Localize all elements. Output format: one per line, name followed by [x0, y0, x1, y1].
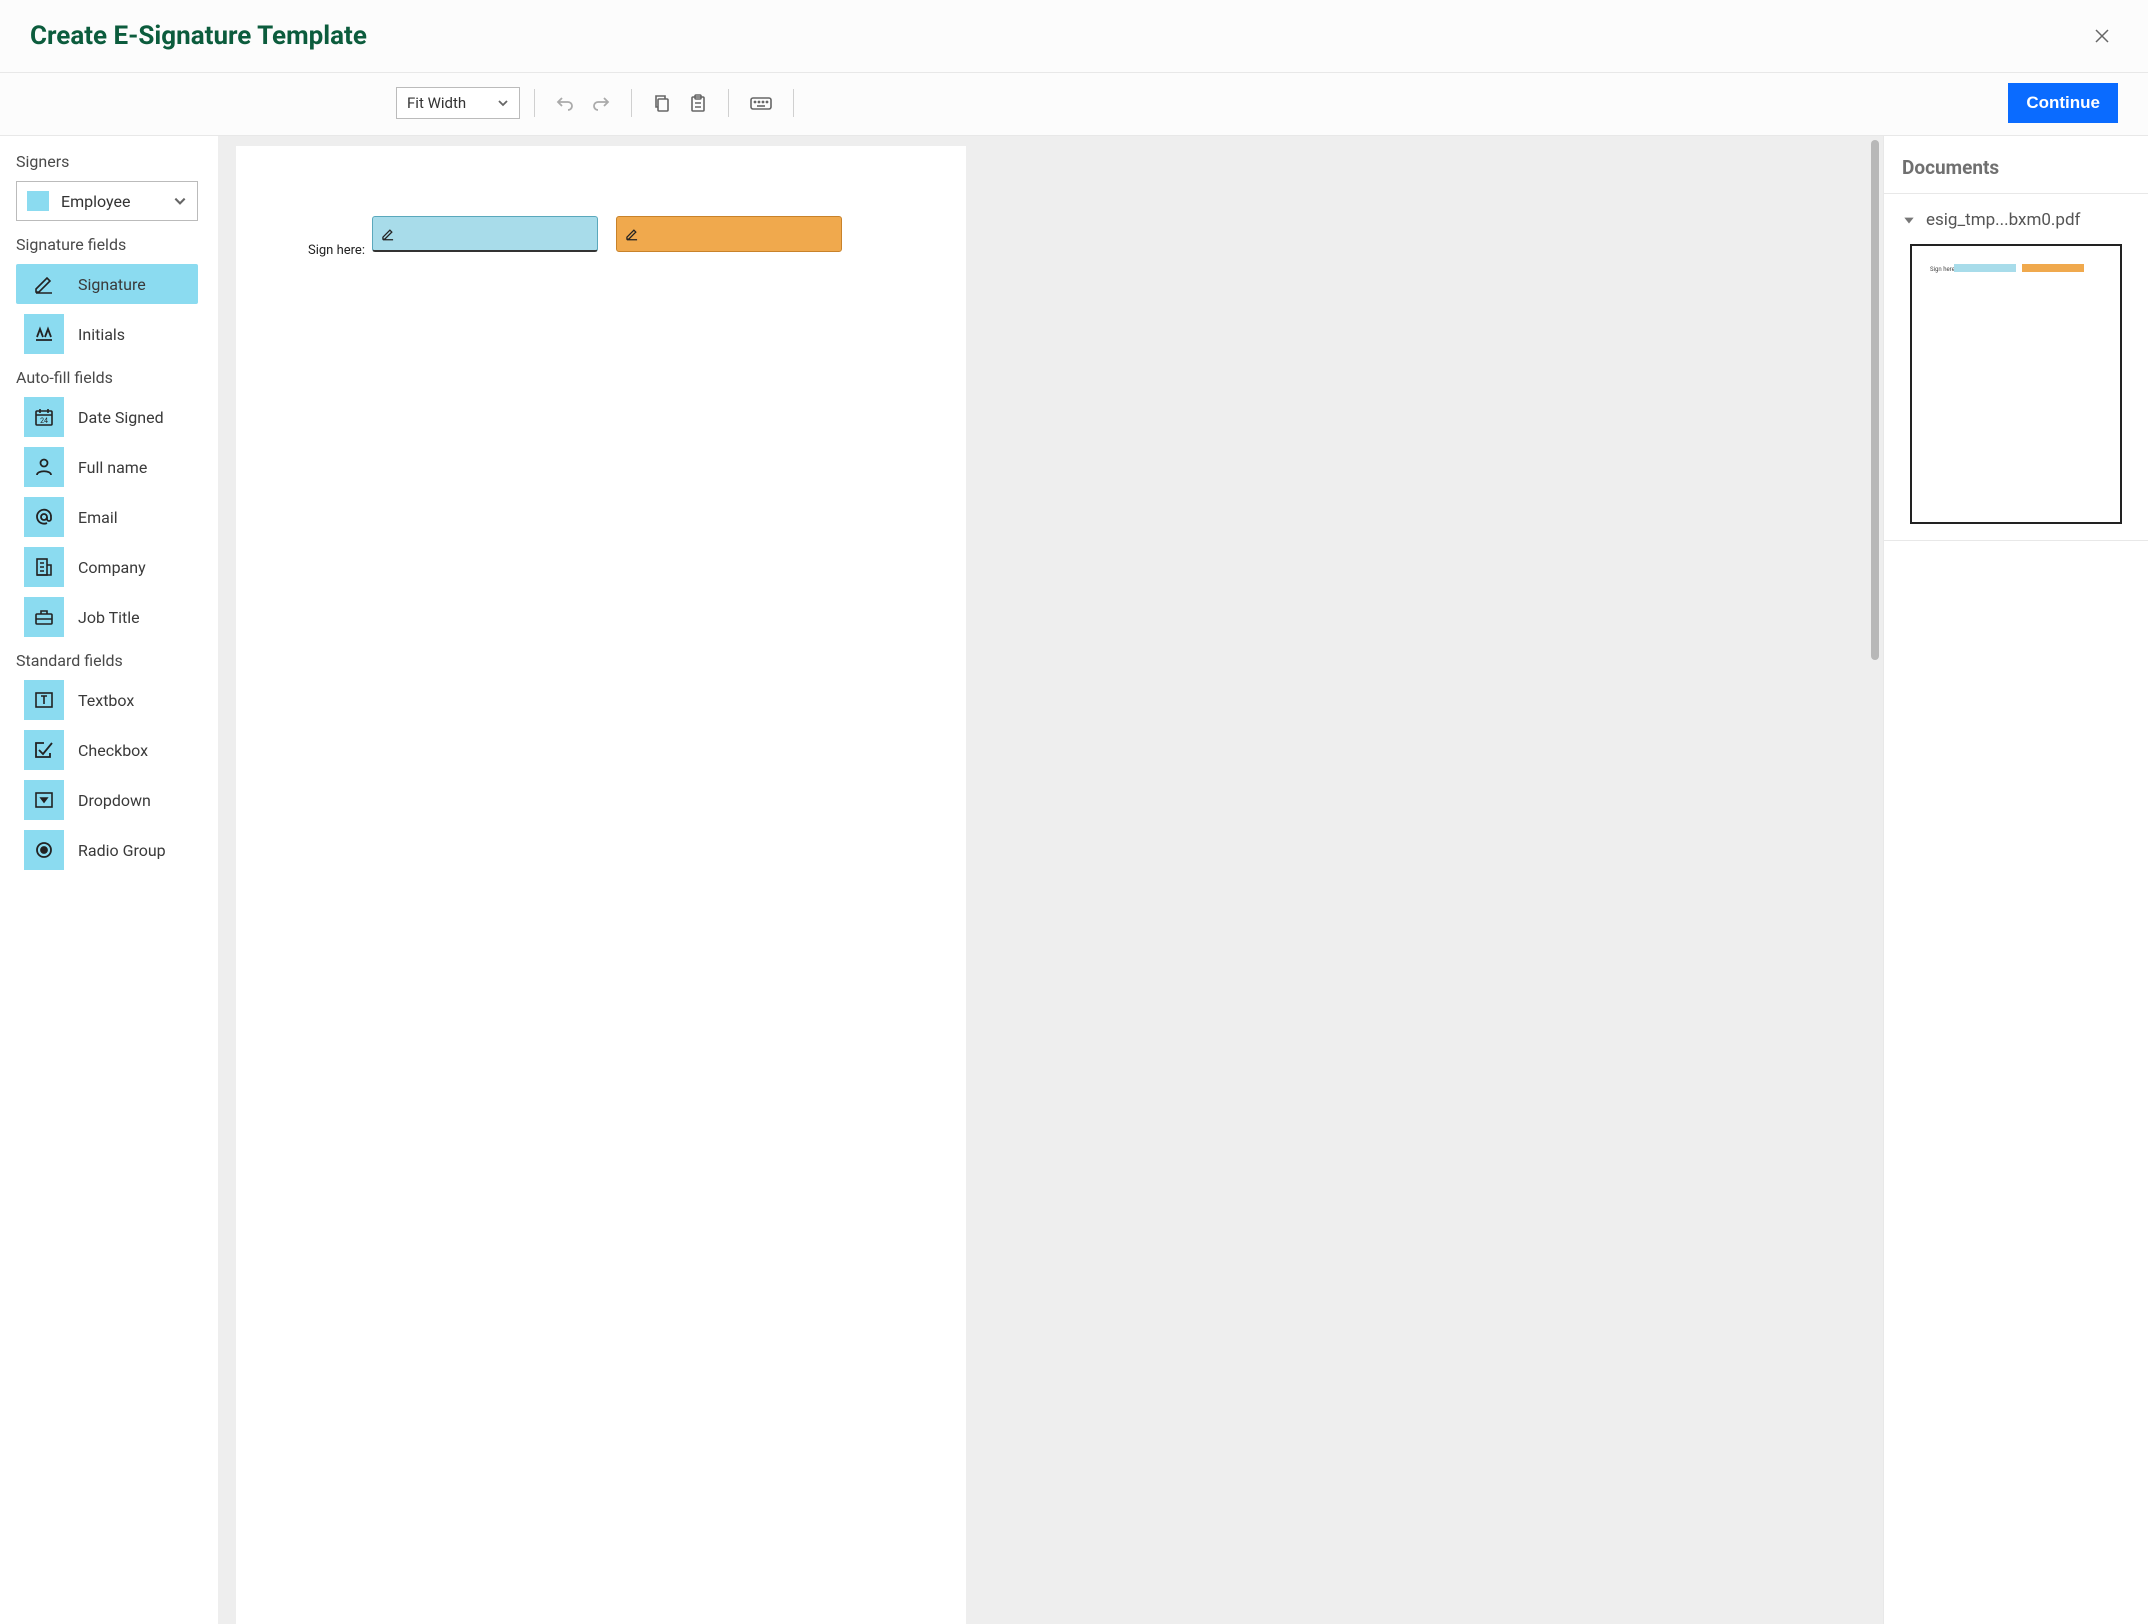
field-signature[interactable]: Signature [16, 264, 198, 304]
field-label: Full name [78, 458, 147, 477]
calendar-icon: 24 [24, 397, 64, 437]
paste-icon [688, 93, 708, 113]
undo-icon [555, 93, 575, 113]
field-label: Initials [78, 325, 125, 344]
document-canvas[interactable]: Sign here: [218, 136, 1883, 1624]
signature-field-employee[interactable] [372, 216, 598, 252]
building-icon [24, 547, 64, 587]
signature-icon [625, 227, 639, 241]
fields-panel: Signers Employee Signature fields Signat… [0, 136, 218, 1624]
zoom-select[interactable]: Fit Width [396, 87, 520, 119]
sign-here-label: Sign here: [308, 243, 365, 258]
field-email[interactable]: Email [16, 497, 202, 537]
separator [793, 89, 794, 117]
signer-select-label: Employee [61, 192, 173, 211]
separator [534, 89, 535, 117]
standard-heading: Standard fields [16, 651, 202, 670]
signature-fields-heading: Signature fields [16, 235, 202, 254]
chevron-down-icon [497, 97, 509, 109]
thumb-sign-label: Sign here: [1930, 266, 1956, 273]
close-icon [2092, 26, 2112, 46]
at-icon [24, 497, 64, 537]
field-initials[interactable]: Initials [16, 314, 202, 354]
documents-heading: Documents [1884, 136, 2148, 194]
thumb-field-orange [2022, 264, 2084, 272]
briefcase-icon [24, 597, 64, 637]
scrollbar-thumb[interactable] [1871, 140, 1879, 660]
undo-button[interactable] [549, 87, 581, 119]
field-date-signed[interactable]: 24 Date Signed [16, 397, 202, 437]
modal-header: Create E-Signature Template [0, 0, 2148, 73]
radio-icon [24, 830, 64, 870]
field-label: Company [78, 558, 146, 577]
document-page[interactable]: Sign here: [236, 146, 966, 1624]
dropdown-icon [24, 780, 64, 820]
checkbox-icon [24, 730, 64, 770]
textbox-icon [24, 680, 64, 720]
toolbar: Fit Width Continue [0, 73, 2148, 136]
scrollbar[interactable] [1869, 140, 1881, 1624]
zoom-select-label: Fit Width [407, 94, 466, 112]
field-label: Checkbox [78, 741, 148, 760]
page-title: Create E-Signature Template [30, 21, 367, 51]
field-dropdown[interactable]: Dropdown [16, 780, 202, 820]
document-name: esig_tmp...bxm0.pdf [1926, 210, 2080, 230]
copy-button[interactable] [646, 87, 678, 119]
separator [631, 89, 632, 117]
field-label: Dropdown [78, 791, 151, 810]
thumb-field-blue [1954, 264, 2016, 272]
copy-icon [652, 93, 672, 113]
signature-field-other[interactable] [616, 216, 842, 252]
initials-icon [24, 314, 64, 354]
field-checkbox[interactable]: Checkbox [16, 730, 202, 770]
field-label: Textbox [78, 691, 134, 710]
continue-button[interactable]: Continue [2008, 83, 2118, 123]
document-item[interactable]: esig_tmp...bxm0.pdf [1902, 210, 2130, 230]
keyboard-icon [749, 93, 773, 113]
svg-text:24: 24 [40, 417, 48, 425]
separator [728, 89, 729, 117]
field-radio-group[interactable]: Radio Group [16, 830, 202, 870]
field-label: Email [78, 508, 118, 527]
signer-color-swatch [27, 191, 49, 211]
signature-icon [381, 227, 395, 241]
field-company[interactable]: Company [16, 547, 202, 587]
field-label: Job Title [78, 608, 140, 627]
field-full-name[interactable]: Full name [16, 447, 202, 487]
paste-button[interactable] [682, 87, 714, 119]
signer-select[interactable]: Employee [16, 181, 198, 221]
signers-heading: Signers [16, 152, 202, 171]
signature-icon [24, 264, 64, 304]
field-textbox[interactable]: Textbox [16, 680, 202, 720]
redo-button[interactable] [585, 87, 617, 119]
field-label: Date Signed [78, 408, 164, 427]
documents-panel: Documents esig_tmp...bxm0.pdf Sign here: [1883, 136, 2148, 1624]
autofill-heading: Auto-fill fields [16, 368, 202, 387]
person-icon [24, 447, 64, 487]
page-thumbnail[interactable]: Sign here: [1910, 244, 2122, 524]
chevron-down-icon [173, 194, 187, 208]
field-job-title[interactable]: Job Title [16, 597, 202, 637]
close-button[interactable] [2086, 20, 2118, 52]
redo-icon [591, 93, 611, 113]
keyboard-button[interactable] [743, 87, 779, 119]
field-label: Signature [78, 275, 146, 294]
caret-down-icon [1902, 213, 1916, 227]
field-label: Radio Group [78, 841, 166, 860]
